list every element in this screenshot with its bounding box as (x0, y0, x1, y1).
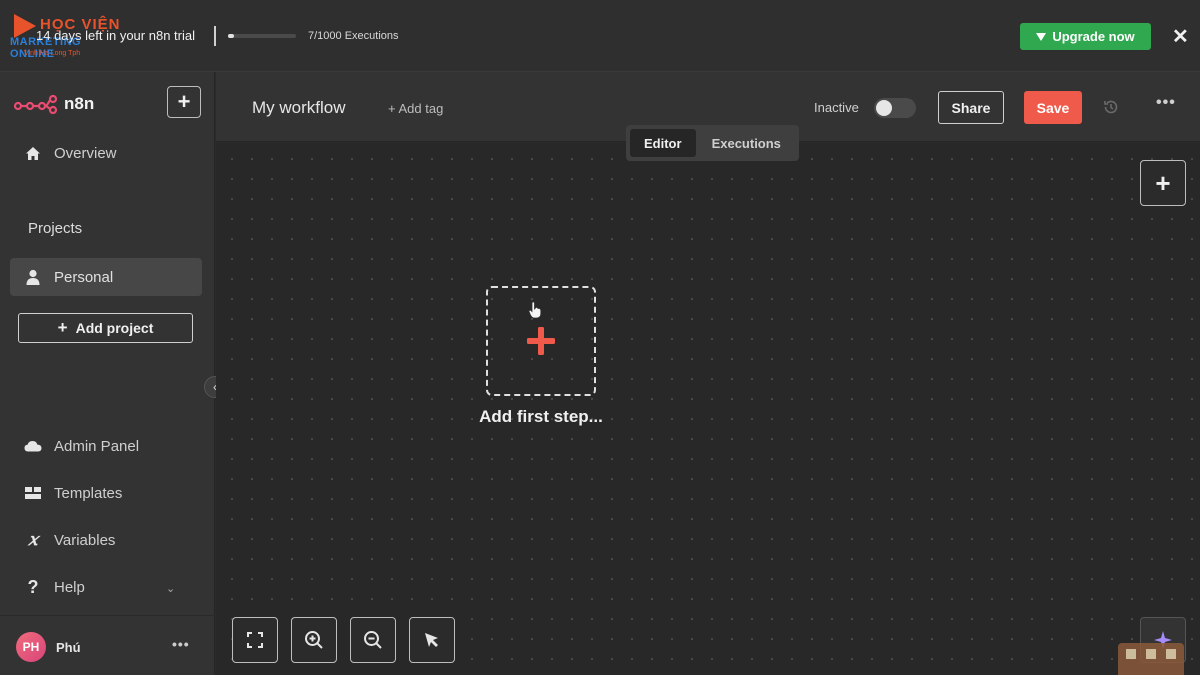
projects-section-title: Projects (28, 220, 83, 237)
zoom-out-icon (364, 631, 382, 649)
logo-text: n8n (64, 94, 95, 113)
upgrade-now-label: Upgrade now (1052, 29, 1135, 44)
variables-icon: 𝑥 (28, 530, 38, 550)
workflow-canvas[interactable]: Editor Executions + Add first step... (216, 125, 1200, 675)
logo-triangle-icon (14, 14, 36, 38)
zoom-out-button[interactable] (350, 617, 396, 663)
hand-cursor-icon (528, 301, 542, 319)
sidebar-item-label: Variables (54, 531, 116, 549)
history-icon[interactable] (1102, 98, 1120, 116)
fit-view-icon (247, 632, 263, 648)
trial-banner: HỌC VIỆN MARKETING ONLINE Vinh Ha Long T… (0, 0, 1200, 72)
user-menu-button[interactable]: ••• (172, 636, 190, 652)
executions-progress (228, 34, 296, 38)
user-icon (24, 268, 42, 286)
sidebar-item-overview[interactable]: Overview (10, 134, 202, 172)
add-project-button[interactable]: + Add project (18, 313, 193, 343)
zoom-in-icon (305, 631, 323, 649)
active-toggle[interactable] (874, 98, 916, 118)
sidebar-item-templates[interactable]: Templates (10, 474, 202, 512)
sidebar-item-label: Personal (54, 268, 114, 286)
workflow-name[interactable]: My workflow (252, 98, 346, 118)
share-button[interactable]: Share (938, 91, 1004, 124)
executions-progress-fill (228, 34, 234, 38)
gem-icon (1036, 32, 1047, 41)
sidebar-item-label: Templates (54, 484, 123, 502)
open-nodes-panel-button[interactable]: + (1140, 160, 1186, 206)
user-name: Phú (56, 640, 81, 655)
tab-executions[interactable]: Executions (698, 129, 795, 157)
n8n-logo-icon (14, 94, 58, 114)
watermark-line-3: Vinh Ha Long Tph (24, 50, 81, 57)
sidebar: n8n + Overview Projects Personal + Add p… (0, 72, 226, 675)
tab-editor[interactable]: Editor (630, 129, 696, 157)
tidy-up-button[interactable] (409, 617, 455, 663)
view-tabs: Editor Executions (626, 125, 799, 161)
close-banner-icon[interactable]: ✕ (1172, 24, 1189, 49)
zoom-in-button[interactable] (291, 617, 337, 663)
sidebar-item-label: Overview (54, 144, 117, 162)
add-project-label: Add project (75, 320, 154, 336)
workflow-status-label: Inactive (814, 100, 859, 115)
sidebar-item-label: Help (54, 578, 85, 596)
executions-count: 7/1000 Executions (308, 30, 399, 42)
create-new-button[interactable]: + (167, 86, 201, 118)
sidebar-item-variables[interactable]: 𝑥 Variables (10, 521, 202, 559)
add-tag-link[interactable]: + Add tag (388, 101, 443, 116)
tidy-up-icon (425, 633, 438, 647)
sidebar-item-personal[interactable]: Personal (10, 258, 202, 296)
toggle-knob (876, 100, 892, 116)
cloud-icon (24, 437, 42, 455)
save-button[interactable]: Save (1024, 91, 1082, 124)
fit-view-button[interactable] (232, 617, 278, 663)
plus-icon: + (57, 318, 68, 337)
plus-icon (527, 327, 555, 355)
banner-divider (214, 26, 216, 46)
templates-icon (24, 484, 42, 502)
upgrade-now-button[interactable]: Upgrade now (1020, 23, 1151, 50)
more-options-icon[interactable]: ••• (1156, 94, 1176, 112)
help-icon: ? (27, 576, 39, 597)
sidebar-item-admin-panel[interactable]: Admin Panel (10, 427, 202, 465)
user-footer: PH Phú ••• (0, 615, 215, 675)
sidebar-item-label: Admin Panel (54, 437, 140, 455)
chevron-down-icon[interactable]: ⌄ (166, 582, 175, 595)
avatar[interactable]: PH (16, 632, 46, 662)
n8n-logo[interactable]: n8n (14, 94, 94, 114)
add-first-step-label: Add first step... (479, 407, 603, 426)
home-icon (24, 144, 42, 162)
trial-text: 14 days left in your n8n trial (36, 28, 195, 43)
corner-decoration (1118, 643, 1184, 675)
